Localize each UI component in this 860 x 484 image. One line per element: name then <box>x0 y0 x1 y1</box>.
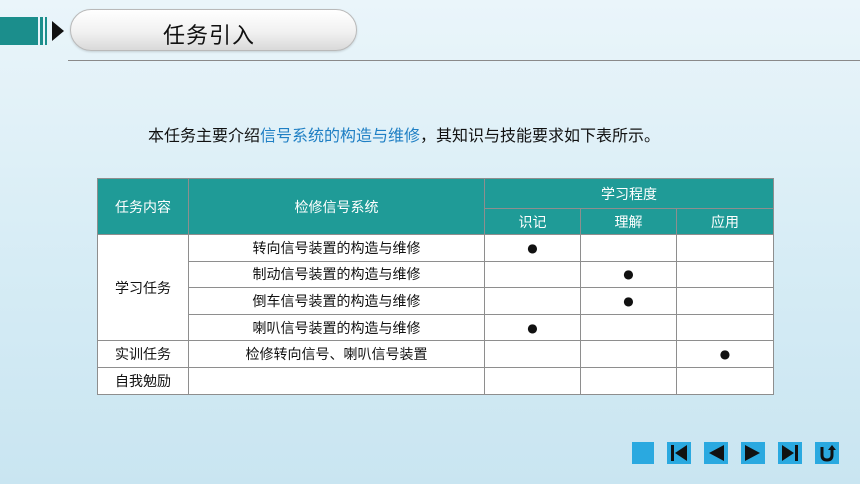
first-page-icon[interactable] <box>667 442 691 464</box>
table-row: 自我勉励 <box>97 366 774 395</box>
nav-home-square-icon[interactable] <box>632 442 654 464</box>
col-header-content: 任务内容 <box>97 178 189 235</box>
intro-text: 本任务主要介绍信号系统的构造与维修，其知识与技能要求如下表所示。 <box>148 122 660 146</box>
task-item: 喇叭信号装置的构造与维修 <box>188 313 485 342</box>
task-group-label: 学习任务 <box>97 233 189 342</box>
level-cell: ● <box>580 287 677 315</box>
page-title: 任务引入 <box>163 24 256 49</box>
table-row: 制动信号装置的构造与维修 ● <box>98 260 774 289</box>
intro-prefix: 本任务主要介绍 <box>148 126 261 145</box>
level-cell <box>484 340 581 368</box>
table-row: 实训任务 检修转向信号、喇叭信号装置 ● <box>97 340 774 368</box>
level-marker: ● <box>719 347 731 362</box>
topbar-line <box>45 17 47 45</box>
level-cell <box>484 287 581 315</box>
table-row: 倒车信号装置的构造与维修 ● <box>98 287 774 315</box>
table-row: 学习任务 转向信号装置的构造与维修 ● <box>97 233 774 342</box>
topbar-arrow-icon <box>52 21 64 41</box>
task-item: 制动信号装置的构造与维修 <box>188 260 485 289</box>
table-row: 喇叭信号装置的构造与维修 ● <box>98 313 774 342</box>
level-cell <box>676 260 774 289</box>
col-header-memorize: 识记 <box>484 208 581 235</box>
intro-highlight: 信号系统的构造与维修 <box>260 126 421 145</box>
topbar-line <box>40 17 43 45</box>
level-cell <box>580 340 677 368</box>
task-group-label: 实训任务 <box>97 340 189 368</box>
level-cell <box>580 234 677 262</box>
title-pill: 任务引入 <box>70 9 357 51</box>
level-cell <box>580 313 677 342</box>
title-rule <box>68 60 860 61</box>
skills-table: 任务内容 检修信号系统 学习程度 识记 理解 应用 学习任务 转向信号装置的构造与… <box>97 178 774 395</box>
col-header-understand: 理解 <box>580 208 677 235</box>
task-item <box>188 366 485 395</box>
last-page-icon[interactable] <box>778 442 802 464</box>
level-cell: ● <box>484 313 581 342</box>
topbar-block <box>0 17 38 45</box>
task-item: 检修转向信号、喇叭信号装置 <box>188 340 485 368</box>
level-cell: ● <box>676 340 774 368</box>
level-marker: ● <box>527 240 538 255</box>
task-group-label: 自我勉励 <box>97 366 189 395</box>
return-icon[interactable] <box>815 442 839 464</box>
prev-page-icon[interactable] <box>704 442 728 464</box>
level-marker: ● <box>623 293 634 308</box>
level-cell <box>484 366 581 395</box>
level-cell: ● <box>484 234 581 262</box>
level-cell <box>676 287 774 315</box>
task-item: 倒车信号装置的构造与维修 <box>188 287 485 315</box>
next-page-icon[interactable] <box>741 442 765 464</box>
task-item: 转向信号装置的构造与维修 <box>188 234 485 262</box>
level-cell: ● <box>580 260 677 289</box>
col-header-level: 学习程度 <box>484 178 774 209</box>
level-cell <box>580 366 677 395</box>
level-marker: ● <box>527 320 538 335</box>
intro-suffix: ，其知识与技能要求如下表所示。 <box>420 126 661 145</box>
level-cell <box>676 366 774 395</box>
col-header-task: 检修信号系统 <box>188 178 485 235</box>
level-cell <box>676 313 774 342</box>
level-cell <box>676 234 774 262</box>
level-marker: ● <box>623 267 634 282</box>
level-cell <box>484 260 581 289</box>
col-header-apply: 应用 <box>676 208 774 235</box>
